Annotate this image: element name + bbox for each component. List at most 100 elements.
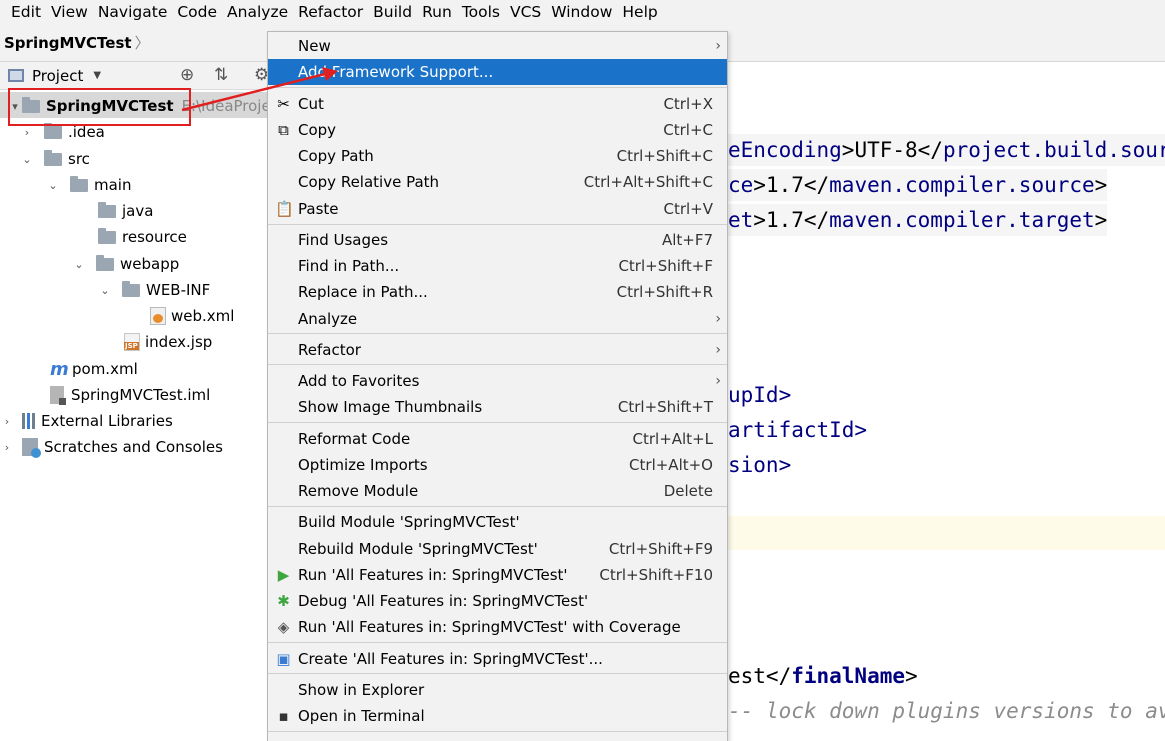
menu-item-find-in-path[interactable]: Find in Path... Ctrl+Shift+F (268, 253, 727, 279)
menu-item-find-usages[interactable]: Find Usages Alt+F7 (268, 227, 727, 253)
menu-refactor[interactable]: Refactor (293, 1, 368, 23)
menu-item-add-to-favorites[interactable]: Add to Favorites › (268, 368, 727, 394)
tree-item-label: main (94, 176, 132, 194)
menu-edit[interactable]: Edit (6, 1, 46, 23)
tree-item-java[interactable]: java (98, 198, 153, 224)
tree-item-label: src (68, 150, 90, 168)
tree-item-main[interactable]: ⌄ main (46, 172, 131, 198)
context-menu: New › Add Framework Support... ✂ Cut Ctr… (267, 31, 728, 741)
chevron-down-icon[interactable]: ⌄ (98, 284, 112, 297)
submenu-arrow-icon: › (715, 38, 721, 54)
menu-run[interactable]: Run (417, 1, 457, 23)
menu-item-analyze[interactable]: Analyze › (268, 306, 727, 332)
chevron-down-icon[interactable]: ⌄ (46, 179, 60, 192)
tree-item-label: index.jsp (145, 333, 213, 351)
menu-item-remove-module[interactable]: Remove Module Delete (268, 478, 727, 504)
code-line: artifactId> (728, 418, 868, 442)
tree-item-label: webapp (120, 255, 180, 273)
tree-item-webinf[interactable]: ⌄ WEB-INF (98, 277, 210, 303)
maven-icon: m (50, 358, 69, 380)
tree-item-label: web.xml (171, 307, 235, 325)
module-file-icon (50, 386, 66, 405)
menu-item-open-in-terminal[interactable]: ▪ Open in Terminal (268, 703, 727, 729)
tree-item-label: WEB-INF (146, 281, 211, 299)
run-icon: ▶ (277, 566, 290, 584)
code-line: sion> (728, 453, 792, 477)
menu-item-paste[interactable]: 📋 Paste Ctrl+V (268, 196, 727, 222)
folder-icon (70, 175, 88, 192)
code-line: -- lock down plugins versions to avoi (728, 699, 1165, 723)
chevron-right-icon[interactable]: › (0, 415, 14, 428)
annotation-highlight-box (8, 88, 191, 126)
menu-code[interactable]: Code (172, 1, 222, 23)
project-view-selector[interactable]: Project (32, 67, 83, 85)
menu-item-optimize-imports[interactable]: Optimize Imports Ctrl+Alt+O (268, 452, 727, 478)
menu-item-replace-in-path[interactable]: Replace in Path... Ctrl+Shift+R (268, 279, 727, 305)
tree-item-label: pom.xml (72, 360, 138, 378)
menu-build[interactable]: Build (368, 1, 417, 23)
menu-separator (268, 224, 727, 225)
menu-separator (268, 422, 727, 423)
menu-item-new[interactable]: New › (268, 33, 727, 59)
breadcrumb-project[interactable]: SpringMVCTest (4, 34, 132, 52)
menu-item-run-all-features[interactable]: ▶ Run 'All Features in: SpringMVCTest' C… (268, 562, 727, 588)
menu-item-rebuild-module[interactable]: Rebuild Module 'SpringMVCTest' Ctrl+Shif… (268, 536, 727, 562)
project-tree: ▾ SpringMVCTest E:\IdeaProject › .idea ⌄… (0, 90, 285, 741)
chevron-down-icon[interactable]: ⌄ (20, 153, 34, 166)
menu-item-show-in-explorer[interactable]: Show in Explorer (268, 677, 727, 703)
menu-item-copy[interactable]: ⧉ Copy Ctrl+C (268, 117, 727, 143)
menu-navigate[interactable]: Navigate (93, 1, 173, 23)
chevron-right-icon[interactable]: › (0, 441, 14, 454)
folder-icon (96, 254, 114, 271)
tree-item-label: Scratches and Consoles (44, 438, 223, 456)
tree-item-scratches[interactable]: › Scratches and Consoles (0, 434, 223, 460)
tree-item-webapp[interactable]: ⌄ webapp (72, 251, 179, 277)
submenu-arrow-icon: › (715, 311, 721, 327)
menu-item-reformat-code[interactable]: Reformat Code Ctrl+Alt+L (268, 426, 727, 452)
tree-item-indexjsp[interactable]: index.jsp (124, 329, 212, 355)
code-line: et>1.7</maven.compiler.target> (728, 204, 1108, 236)
annotation-arrow (181, 67, 338, 112)
tree-item-resource[interactable]: resource (98, 224, 187, 250)
debug-icon: ✱ (277, 592, 290, 610)
tree-item-iml[interactable]: SpringMVCTest.iml (50, 382, 210, 408)
menu-item-copy-relative-path[interactable]: Copy Relative Path Ctrl+Alt+Shift+C (268, 169, 727, 195)
tree-item-webxml[interactable]: web.xml (150, 303, 234, 329)
menu-item-build-module[interactable]: Build Module 'SpringMVCTest' (268, 509, 727, 535)
code-line: ce>1.7</maven.compiler.source> (728, 169, 1108, 201)
menu-item-create-run-config[interactable]: ▣ Create 'All Features in: SpringMVCTest… (268, 646, 727, 672)
menu-tools[interactable]: Tools (457, 1, 505, 23)
menu-view[interactable]: View (46, 1, 93, 23)
code-line: est</finalName> (728, 664, 918, 688)
menu-separator (268, 364, 727, 365)
project-view-icon (8, 69, 24, 82)
menu-item-copy-path[interactable]: Copy Path Ctrl+Shift+C (268, 143, 727, 169)
menu-item-run-with-coverage[interactable]: ◈ Run 'All Features in: SpringMVCTest' w… (268, 614, 727, 640)
chevron-down-icon[interactable]: ▼ (93, 70, 101, 81)
menu-item-show-image-thumbnails[interactable]: Show Image Thumbnails Ctrl+Shift+T (268, 394, 727, 420)
submenu-arrow-icon: › (715, 373, 721, 389)
tree-item-src[interactable]: ⌄ src (20, 146, 90, 172)
menu-separator (268, 642, 727, 643)
menu-item-debug-all-features[interactable]: ✱ Debug 'All Features in: SpringMVCTest' (268, 588, 727, 614)
menu-window[interactable]: Window (546, 1, 617, 23)
tree-item-label: resource (122, 228, 187, 246)
menu-vcs[interactable]: VCS (505, 1, 546, 23)
current-line-highlight (728, 516, 1165, 550)
tree-item-pom[interactable]: m pom.xml (50, 356, 138, 382)
libraries-icon (22, 413, 35, 429)
menu-analyze[interactable]: Analyze (222, 1, 293, 23)
folder-icon (44, 149, 62, 166)
xml-file-icon (150, 307, 166, 325)
folder-icon (98, 201, 116, 218)
menu-help[interactable]: Help (617, 1, 662, 23)
menu-item-refactor[interactable]: Refactor › (268, 337, 727, 363)
tree-item-label: External Libraries (41, 412, 173, 430)
jsp-file-icon (124, 333, 140, 351)
menu-separator (268, 506, 727, 507)
chevron-right-icon[interactable]: › (20, 126, 34, 139)
chevron-down-icon[interactable]: ⌄ (72, 258, 86, 271)
tree-item-external-libraries[interactable]: › External Libraries (0, 408, 173, 434)
code-line: eEncoding>UTF-8</project.build.sour (728, 134, 1165, 166)
menu-separator (268, 731, 727, 732)
